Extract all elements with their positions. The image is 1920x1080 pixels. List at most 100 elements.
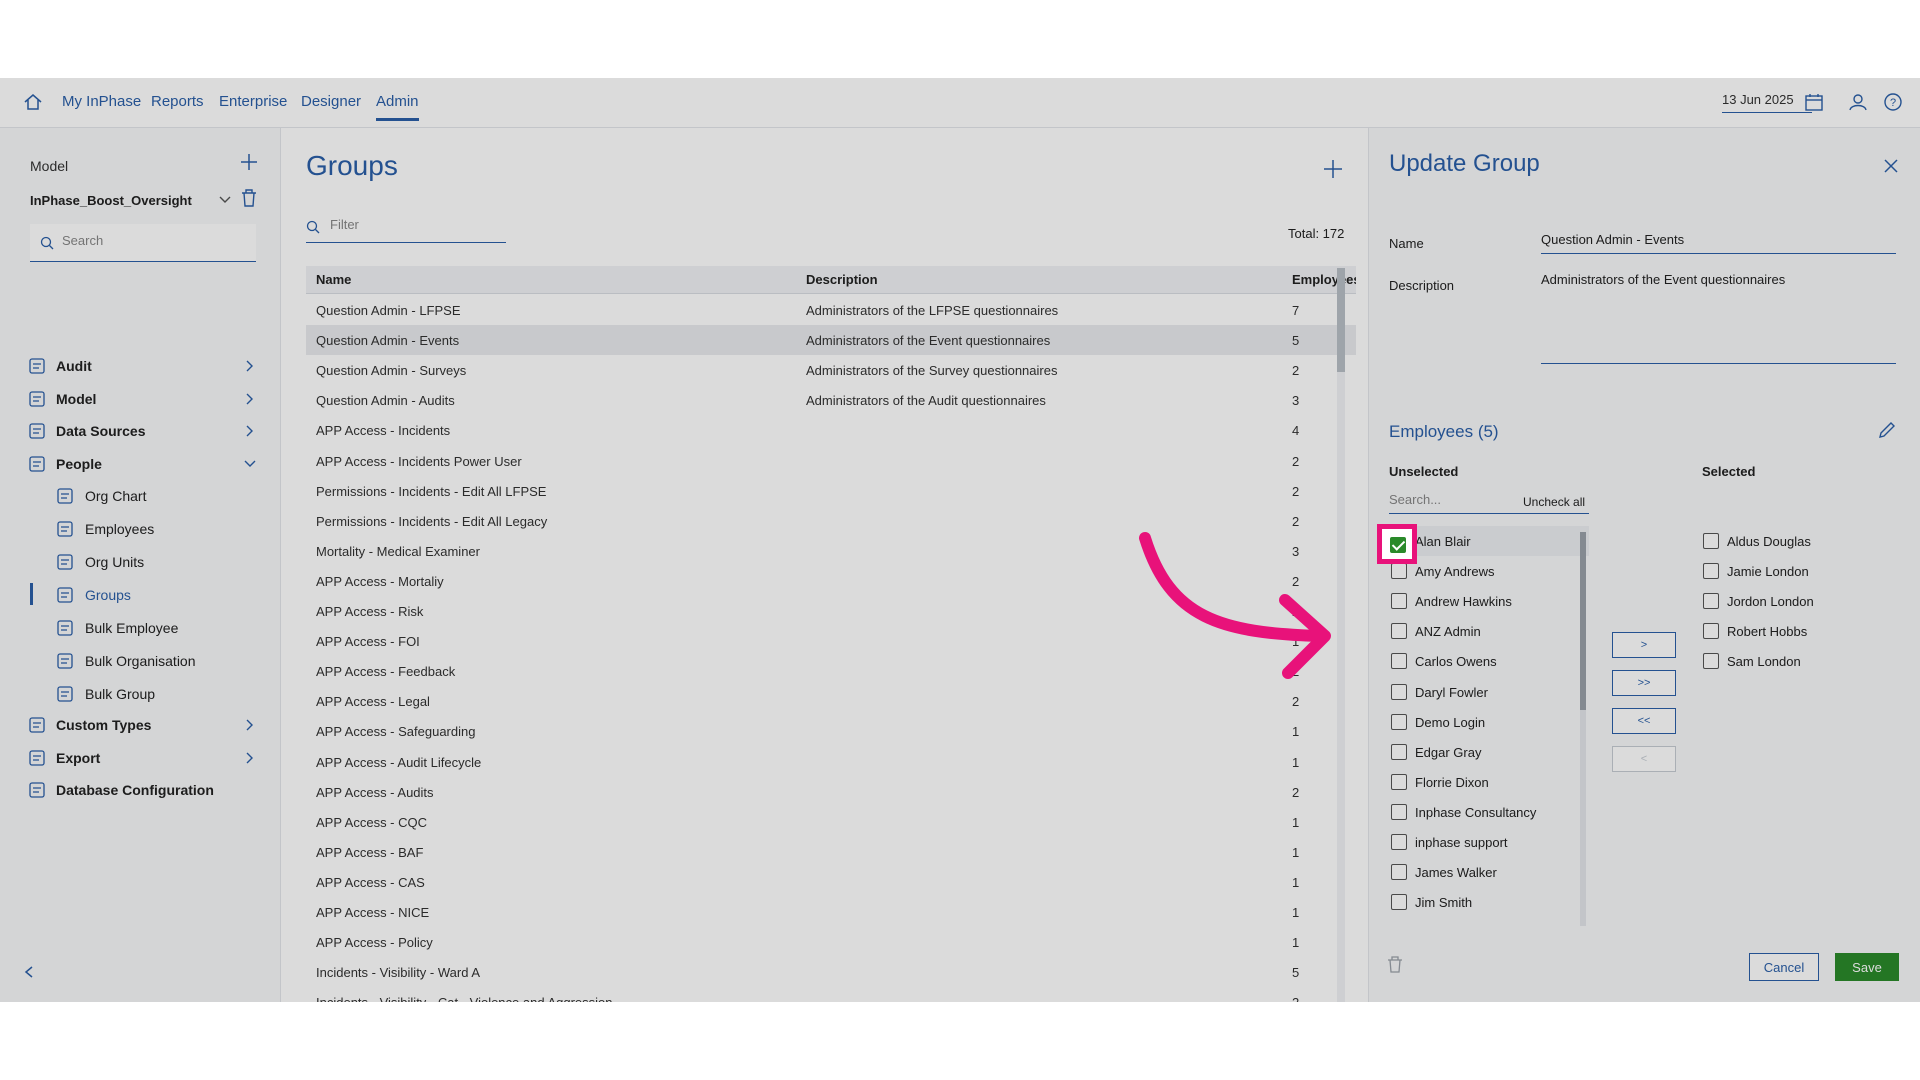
employee-list-item[interactable]: Edgar Gray xyxy=(1389,737,1589,767)
sidebar-section-people[interactable]: People xyxy=(0,448,281,480)
selected-employee-item[interactable]: Aldus Douglas xyxy=(1701,526,1901,556)
table-row[interactable]: APP Access - Audits 2 xyxy=(306,777,1356,807)
employee-checkbox[interactable] xyxy=(1391,864,1407,881)
filter-field[interactable] xyxy=(306,213,506,243)
table-row[interactable]: Question Admin - LFPSE Administrators of … xyxy=(306,295,1356,325)
table-row[interactable]: Question Admin - Surveys Administrators o… xyxy=(306,355,1356,385)
table-row[interactable]: APP Access - CQC 1 xyxy=(306,807,1356,837)
employee-checkbox[interactable] xyxy=(1391,623,1407,640)
employee-list-item[interactable]: Demo Login xyxy=(1389,707,1589,737)
table-row[interactable]: Incidents - Visibility - Ward A 5 xyxy=(306,957,1356,987)
close-icon[interactable] xyxy=(1881,156,1901,176)
nav-tab-designer[interactable]: Designer xyxy=(301,93,361,110)
employee-checkbox[interactable] xyxy=(1703,563,1719,580)
move-right-button[interactable]: > xyxy=(1612,632,1676,658)
cancel-button[interactable]: Cancel xyxy=(1749,953,1819,981)
employee-checkbox[interactable] xyxy=(1391,743,1407,760)
table-row[interactable]: Question Admin - Events Administrators of… xyxy=(306,325,1356,356)
employee-checkbox[interactable] xyxy=(1703,593,1719,610)
table-row[interactable]: APP Access - Policy 1 xyxy=(306,927,1356,957)
employee-list-item[interactable]: Carlos Owens xyxy=(1389,646,1589,676)
description-field[interactable]: Administrators of the Event questionnair… xyxy=(1541,266,1896,364)
sidebar-section-model[interactable]: Model xyxy=(0,383,281,415)
employee-checkbox[interactable] xyxy=(1703,533,1719,549)
edit-pencil-icon[interactable] xyxy=(1877,420,1897,440)
employee-checkbox[interactable] xyxy=(1391,803,1407,820)
chevron-right-icon[interactable] xyxy=(243,751,257,765)
table-row[interactable]: APP Access - Audit Lifecycle 1 xyxy=(306,747,1356,777)
home-icon[interactable] xyxy=(22,91,44,113)
employee-checkbox[interactable] xyxy=(1391,894,1407,911)
sidebar-item-org-chart[interactable]: Org Chart xyxy=(0,480,281,512)
employee-checkbox[interactable] xyxy=(1703,623,1719,640)
trash-icon[interactable] xyxy=(240,188,258,208)
table-row[interactable]: APP Access - CAS 1 xyxy=(306,867,1356,897)
name-field[interactable]: Question Admin - Events xyxy=(1541,226,1896,254)
selected-employee-item[interactable]: Robert Hobbs xyxy=(1701,616,1901,646)
user-icon[interactable] xyxy=(1847,91,1869,113)
table-row[interactable]: Permissions - Incidents - Edit All LFPSE… xyxy=(306,476,1356,506)
chevron-down-icon[interactable] xyxy=(218,192,232,206)
employee-list-item[interactable]: Daryl Fowler xyxy=(1389,677,1589,707)
employee-list-item[interactable]: Inphase Consultancy xyxy=(1389,797,1589,827)
date-field[interactable]: 13 Jun 2025 xyxy=(1722,92,1812,113)
unselected-scrollbar[interactable] xyxy=(1580,532,1586,926)
table-row[interactable]: APP Access - Incidents Power User 2 xyxy=(306,446,1356,476)
sidebar-item-bulk-organisation[interactable]: Bulk Organisation xyxy=(0,645,281,677)
chevron-right-icon[interactable] xyxy=(243,424,257,438)
sidebar-section-audit[interactable]: Audit xyxy=(0,350,281,382)
employee-checkbox[interactable] xyxy=(1391,653,1407,670)
move-all-left-button[interactable]: << xyxy=(1612,708,1676,734)
employee-checkbox[interactable] xyxy=(1391,683,1407,700)
employee-list-item[interactable]: Florrie Dixon xyxy=(1389,767,1589,797)
sidebar-item-bulk-group[interactable]: Bulk Group xyxy=(0,678,281,710)
table-row[interactable]: Question Admin - Audits Administrators of… xyxy=(306,385,1356,415)
filter-input[interactable] xyxy=(330,217,500,232)
add-model-icon[interactable] xyxy=(237,150,261,174)
employee-checkbox[interactable] xyxy=(1391,834,1407,850)
table-row[interactable]: APP Access - BAF 1 xyxy=(306,837,1356,867)
table-row[interactable]: APP Access - NICE 1 xyxy=(306,897,1356,927)
help-icon[interactable]: ? xyxy=(1882,91,1904,113)
column-header-name[interactable]: Name xyxy=(316,272,351,287)
employee-list-item[interactable]: ANZ Admin xyxy=(1389,616,1589,646)
sidebar-section-custom-types[interactable]: Custom Types xyxy=(0,709,281,741)
alan-blair-checkbox-highlighted[interactable] xyxy=(1390,537,1406,553)
table-row[interactable]: APP Access - Incidents 4 xyxy=(306,415,1356,445)
calendar-icon[interactable] xyxy=(1803,91,1825,113)
table-row[interactable]: APP Access - Legal 2 xyxy=(306,686,1356,716)
column-header-employees[interactable]: Employees xyxy=(1292,272,1356,287)
add-group-icon[interactable] xyxy=(1322,158,1344,180)
nav-tab-enterprise[interactable]: Enterprise xyxy=(219,93,287,110)
uncheck-all-link[interactable]: Uncheck all xyxy=(1523,495,1585,509)
employee-checkbox[interactable] xyxy=(1391,773,1407,790)
move-left-button[interactable]: < xyxy=(1612,746,1676,772)
sidebar-section-database-configuration[interactable]: Database Configuration xyxy=(0,774,281,806)
scrollbar-thumb[interactable] xyxy=(1337,268,1345,372)
nav-tab-my-inphase[interactable]: My InPhase xyxy=(62,93,141,110)
employee-list-item[interactable]: James Walker xyxy=(1389,857,1589,887)
scrollbar-thumb[interactable] xyxy=(1580,532,1586,710)
sidebar-search[interactable] xyxy=(30,224,256,262)
sidebar-section-data-sources[interactable]: Data Sources xyxy=(0,415,281,447)
selected-employee-item[interactable]: Jordon London xyxy=(1701,586,1901,616)
move-all-right-button[interactable]: >> xyxy=(1612,670,1676,696)
selected-employee-item[interactable]: Jamie London xyxy=(1701,556,1901,586)
employee-search-input[interactable] xyxy=(1389,490,1519,507)
trash-icon[interactable] xyxy=(1387,956,1403,974)
table-row[interactable]: Incidents - Visibility - Cat - Violence … xyxy=(306,987,1356,1002)
sidebar-item-groups[interactable]: Groups xyxy=(0,579,281,611)
chevron-right-icon[interactable] xyxy=(243,359,257,373)
selected-employee-item[interactable]: Sam London xyxy=(1701,646,1901,676)
save-button[interactable]: Save xyxy=(1835,953,1899,981)
sidebar-item-org-units[interactable]: Org Units xyxy=(0,546,281,578)
employee-checkbox[interactable] xyxy=(1391,713,1407,730)
chevron-right-icon[interactable] xyxy=(243,392,257,406)
model-selector[interactable]: InPhase_Boost_Oversight xyxy=(30,193,192,208)
employee-checkbox[interactable] xyxy=(1391,563,1407,580)
sidebar-item-employees[interactable]: Employees xyxy=(0,513,281,545)
sidebar-section-export[interactable]: Export xyxy=(0,742,281,774)
sidebar-item-bulk-employee[interactable]: Bulk Employee xyxy=(0,612,281,644)
employee-list-item[interactable]: Amy Andrews xyxy=(1389,556,1589,586)
table-row[interactable]: APP Access - Safeguarding 1 xyxy=(306,716,1356,746)
